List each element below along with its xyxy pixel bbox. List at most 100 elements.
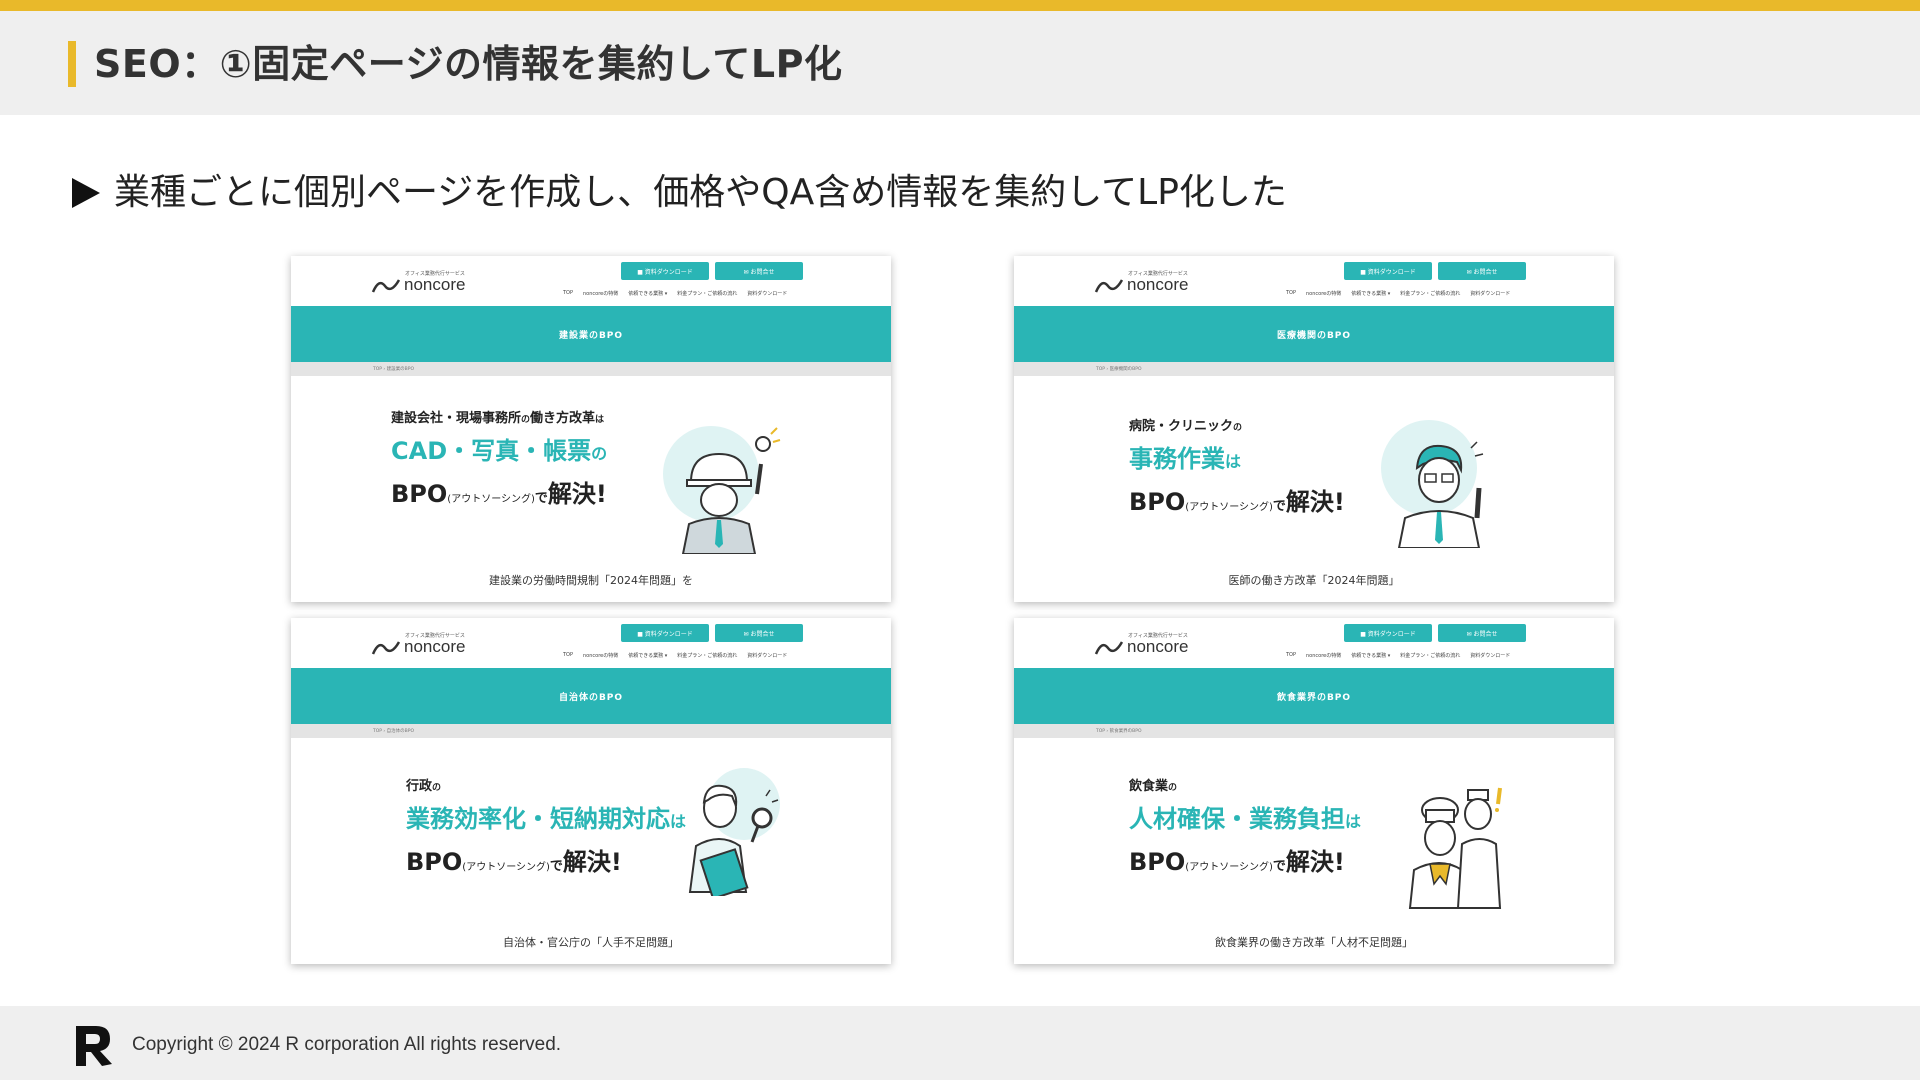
hero-line1: 飲食業 (1129, 779, 1169, 794)
hero-copy: 飲食業の 人材確保・業務負担は BPO(アウトソーシング)で解決! (1129, 776, 1361, 888)
hero-line2: 事務作業は (1129, 445, 1242, 473)
download-button[interactable]: ■ 資料ダウンロード (621, 624, 709, 642)
logo-text: noncore (404, 275, 466, 294)
hero-line1: 病院・クリニック (1129, 419, 1234, 434)
hero-line3: BPO(アウトソーシング)で解決! (1129, 482, 1345, 528)
contact-button[interactable]: ✉ お問合せ (1438, 624, 1526, 642)
nav-item[interactable]: 資料ダウンロード (1470, 290, 1510, 297)
logo-text: noncore (1127, 275, 1189, 294)
nav-item[interactable]: 資料ダウンロード (1470, 652, 1510, 659)
nav-item[interactable]: TOP (1286, 652, 1296, 659)
nav-item[interactable]: 資料ダウンロード (747, 652, 787, 659)
hero-caption: 建設業の労働時間規制「2024年問題」を (489, 574, 693, 587)
logo-text: noncore (404, 637, 466, 656)
title-accent-bar (68, 41, 76, 87)
lp-screenshot-construction: noncore オフィス業務代行サービス ■ 資料ダウンロード ✉ お問合せ T… (291, 256, 891, 602)
hero-section: 行政の 業務効率化・短納期対応は BPO(アウトソーシング)で解決! (291, 738, 891, 934)
contact-button[interactable]: ✉ お問合せ (715, 262, 803, 280)
copyright-text: Copyright © 2024 R corporation All right… (132, 1034, 562, 1055)
hero-caption: 自治体・官公庁の「人手不足問題」 (503, 936, 679, 949)
nav-item[interactable]: noncoreの特徴 (583, 290, 618, 297)
logo-text: noncore (1127, 637, 1189, 656)
nav-item[interactable]: noncoreの特徴 (583, 652, 618, 659)
site-header: noncore オフィス業務代行サービス ■ 資料ダウンロード ✉ お問合せ T… (1014, 618, 1614, 668)
slide-footer: Copyright © 2024 R corporation All right… (0, 1006, 1920, 1080)
logo-tagline: オフィス業務代行サービス (405, 633, 465, 639)
site-header: noncore オフィス業務代行サービス ■ 資料ダウンロード ✉ お問合せ T… (291, 618, 891, 668)
site-nav: TOP noncoreの特徴 依頼できる業務 ▾ 料金プラン・ご依頼の流れ 資料ダウンロ… (1286, 290, 1510, 297)
hero-line2: 業務効率化・短納期対応は (406, 805, 687, 833)
triangle-bullet-icon (72, 178, 100, 208)
page-banner: 建設業のBPO (291, 306, 891, 362)
slide-header: SEO：①固定ページの情報を集約してLP化 (0, 11, 1920, 115)
top-accent-stripe (0, 0, 1920, 11)
nav-item[interactable]: TOP (563, 652, 573, 659)
lp-screenshot-municipal: noncore オフィス業務代行サービス ■ 資料ダウンロード ✉ お問合せ T… (291, 618, 891, 964)
nav-item[interactable]: 依頼できる業務 ▾ (1351, 652, 1390, 659)
breadcrumb-bar: TOP › 医療機関のBPO (1014, 362, 1614, 376)
hero-copy: 行政の 業務効率化・短納期対応は BPO(アウトソーシング)で解決! (406, 776, 686, 888)
nav-item[interactable]: 依頼できる業務 ▾ (628, 290, 667, 297)
noncore-logo[interactable]: noncore オフィス業務代行サービス (371, 270, 465, 294)
hero-copy: 建設会社・現場事務所の働き方改革は CAD・写真・帳票の BPO(アウトソーシン… (391, 408, 607, 520)
site-header: noncore オフィス業務代行サービス ■ 資料ダウンロード ✉ お問合せ T… (1014, 256, 1614, 306)
hero-caption: 飲食業界の働き方改革「人材不足問題」 (1215, 936, 1413, 949)
breadcrumb-bar: TOP › 建設業のBPO (291, 362, 891, 376)
download-button[interactable]: ■ 資料ダウンロード (1344, 624, 1432, 642)
logo-tagline: オフィス業務代行サービス (405, 271, 465, 277)
breadcrumb[interactable]: TOP › 医療機関のBPO (1096, 366, 1142, 372)
nav-item[interactable]: 資料ダウンロード (747, 290, 787, 297)
breadcrumb[interactable]: TOP › 建設業のBPO (373, 366, 414, 372)
lp-screenshot-restaurant: noncore オフィス業務代行サービス ■ 資料ダウンロード ✉ お問合せ T… (1014, 618, 1614, 964)
nav-item[interactable]: 料金プラン・ご依頼の流れ (677, 290, 737, 297)
hero-copy: 病院・クリニックの 事務作業は BPO(アウトソーシング)で解決! (1129, 416, 1345, 528)
page-banner: 自治体のBPO (291, 668, 891, 724)
nav-item[interactable]: noncoreの特徴 (1306, 652, 1341, 659)
nav-item[interactable]: TOP (1286, 290, 1296, 297)
site-header: noncore オフィス業務代行サービス ■ 資料ダウンロード ✉ お問合せ T… (291, 256, 891, 306)
nav-item[interactable]: 料金プラン・ご依頼の流れ (1400, 290, 1460, 297)
chef-icon (1384, 780, 1514, 914)
doctor-icon (1379, 418, 1499, 552)
site-nav: TOP noncoreの特徴 依頼できる業務 ▾ 料金プラン・ご依頼の流れ 資料ダウンロ… (1286, 652, 1510, 659)
logo-tagline: オフィス業務代行サービス (1128, 271, 1188, 277)
hero-section: 建設会社・現場事務所の働き方改革は CAD・写真・帳票の BPO(アウトソーシン… (291, 376, 891, 572)
noncore-wave-icon (1094, 279, 1124, 293)
lp-screenshot-medical: noncore オフィス業務代行サービス ■ 資料ダウンロード ✉ お問合せ T… (1014, 256, 1614, 602)
breadcrumb[interactable]: TOP › 自治体のBPO (373, 728, 414, 734)
hero-line3: BPO(アウトソーシング)で解決! (406, 842, 622, 888)
nav-item[interactable]: noncoreの特徴 (1306, 290, 1341, 297)
r-corporation-logo-icon (76, 1026, 112, 1066)
contact-button[interactable]: ✉ お問合せ (715, 624, 803, 642)
download-button[interactable]: ■ 資料ダウンロード (1344, 262, 1432, 280)
breadcrumb-bar: TOP › 飲食業界のBPO (1014, 724, 1614, 738)
noncore-wave-icon (1094, 641, 1124, 655)
slide-title: SEO：①固定ページの情報を集約してLP化 (94, 42, 843, 86)
nav-item[interactable]: TOP (563, 290, 573, 297)
hero-caption: 医師の働き方改革「2024年問題」 (1228, 574, 1400, 587)
site-nav: TOP noncoreの特徴 依頼できる業務 ▾ 料金プラン・ご依頼の流れ 資料ダウンロ… (563, 290, 787, 297)
hero-section: 飲食業の 人材確保・業務負担は BPO(アウトソーシング)で解決! (1014, 738, 1614, 934)
site-nav: TOP noncoreの特徴 依頼できる業務 ▾ 料金プラン・ご依頼の流れ 資料ダウンロ… (563, 652, 787, 659)
nav-item[interactable]: 依頼できる業務 ▾ (628, 652, 667, 659)
logo-tagline: オフィス業務代行サービス (1128, 633, 1188, 639)
page-banner: 飲食業界のBPO (1014, 668, 1614, 724)
nav-item[interactable]: 料金プラン・ご依頼の流れ (1400, 652, 1460, 659)
hero-line1: 建設会社・現場事務所 (391, 411, 522, 426)
nav-item[interactable]: 料金プラン・ご依頼の流れ (677, 652, 737, 659)
subtitle-text: 業種ごとに個別ページを作成し、価格やQA含め情報を集約してLP化した (114, 172, 1287, 213)
construction-worker-icon (661, 424, 781, 558)
breadcrumb[interactable]: TOP › 飲食業界のBPO (1096, 728, 1142, 734)
hero-section: 病院・クリニックの 事務作業は BPO(アウトソーシング)で解決! (1014, 376, 1614, 572)
hero-line2: 人材確保・業務負担は (1129, 805, 1362, 833)
noncore-logo[interactable]: noncore オフィス業務代行サービス (1094, 632, 1188, 656)
nav-item[interactable]: 依頼できる業務 ▾ (1351, 290, 1390, 297)
contact-button[interactable]: ✉ お問合せ (1438, 262, 1526, 280)
hero-line3: BPO(アウトソーシング)で解決! (1129, 842, 1345, 888)
civil-servant-icon (666, 766, 786, 900)
noncore-logo[interactable]: noncore オフィス業務代行サービス (371, 632, 465, 656)
download-button[interactable]: ■ 資料ダウンロード (621, 262, 709, 280)
page-banner: 医療機関のBPO (1014, 306, 1614, 362)
breadcrumb-bar: TOP › 自治体のBPO (291, 724, 891, 738)
noncore-logo[interactable]: noncore オフィス業務代行サービス (1094, 270, 1188, 294)
